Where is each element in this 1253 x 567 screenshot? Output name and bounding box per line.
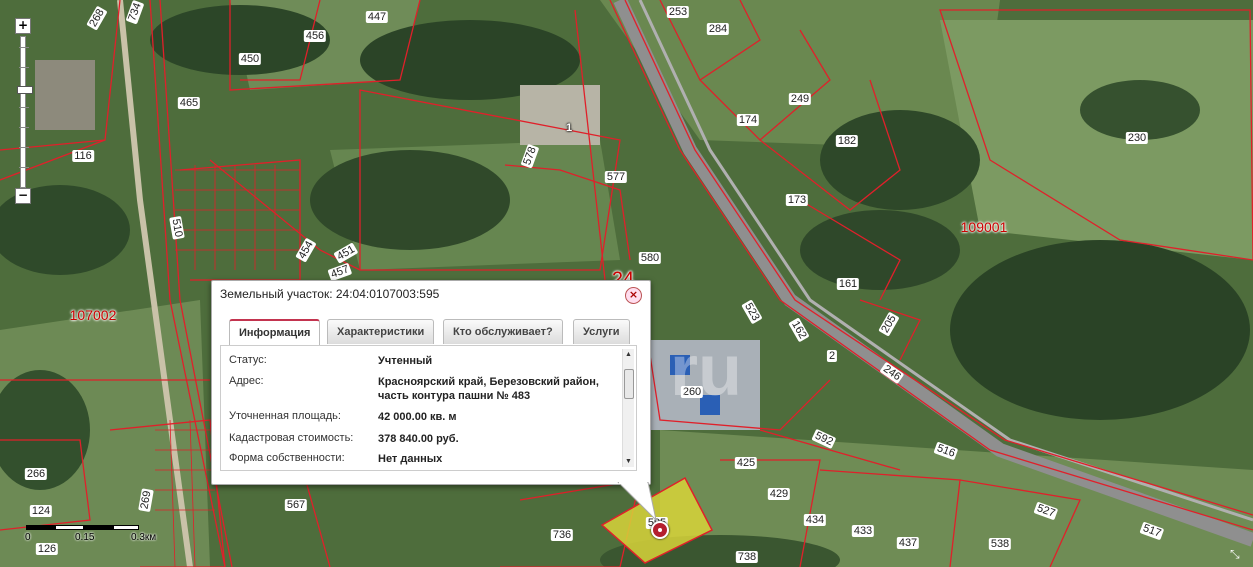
scale-label: 0.15 xyxy=(75,532,95,543)
scroll-down-icon[interactable]: ▼ xyxy=(623,456,634,467)
plot-label[interactable]: 738 xyxy=(735,551,759,563)
row-key: Форма собственности: xyxy=(229,452,345,464)
plot-label[interactable]: 173 xyxy=(785,194,809,206)
parcel-info-popup: Земельный участок: 24:04:0107003:595 × И… xyxy=(211,280,651,485)
tab-who-serves[interactable]: Кто обслуживает? xyxy=(443,319,563,344)
scale-segment xyxy=(113,525,139,530)
scale-bar: 0 0.15 0.3км xyxy=(23,520,163,550)
watermark: ru xyxy=(670,331,742,411)
plot-label[interactable]: 425 xyxy=(734,457,758,469)
quarter-label: 107002 xyxy=(69,307,117,323)
zoom-tick xyxy=(19,67,29,68)
row-key: Адрес: xyxy=(229,375,264,387)
plot-label[interactable]: 736 xyxy=(550,529,574,541)
plot-label[interactable]: 429 xyxy=(767,488,791,500)
row-value: Учтенный xyxy=(378,355,433,367)
plot-label[interactable]: 116 xyxy=(72,150,94,162)
plot-label[interactable]: 1 xyxy=(566,122,572,134)
marker-dot-icon xyxy=(658,528,662,532)
zoom-tick xyxy=(19,167,29,168)
plot-label[interactable]: 437 xyxy=(896,537,920,549)
scale-segment xyxy=(26,525,55,530)
plot-label[interactable]: 538 xyxy=(988,538,1012,550)
plot-label[interactable]: 567 xyxy=(284,499,308,511)
popup-pointer xyxy=(617,482,657,522)
zoom-tick xyxy=(19,47,29,48)
row-value: Красноярский край, Березовский район, ча… xyxy=(378,376,599,402)
scroll-up-icon[interactable]: ▲ xyxy=(623,349,634,360)
popup-title: Земельный участок: 24:04:0107003:595 xyxy=(220,287,440,301)
plot-label[interactable]: 465 xyxy=(177,97,201,109)
zoom-slider-handle[interactable] xyxy=(17,85,33,94)
row-key: Статус: xyxy=(229,354,267,366)
scale-segment xyxy=(55,525,84,530)
info-panel[interactable]: Статус: Учтенный Адрес: Красноярский кра… xyxy=(220,345,637,471)
close-button[interactable]: × xyxy=(625,287,642,304)
zoom-slider-track[interactable] xyxy=(17,36,33,188)
scale-label: 0 xyxy=(25,532,31,543)
plot-label[interactable]: 580 xyxy=(638,252,662,264)
plot-label[interactable]: 577 xyxy=(604,171,628,183)
plot-label[interactable]: 174 xyxy=(736,114,760,126)
quarter-label: 109001 xyxy=(960,219,1008,235)
plot-label[interactable]: 182 xyxy=(835,135,859,147)
plot-label[interactable]: 450 xyxy=(238,53,262,65)
zoom-in-button[interactable]: + xyxy=(15,18,31,34)
row-key: Уточненная площадь: xyxy=(229,410,341,422)
panel-scrollbar[interactable]: ▲ ▼ xyxy=(622,349,634,467)
scale-segment xyxy=(84,525,113,530)
plot-label[interactable]: 434 xyxy=(803,514,827,526)
plot-label[interactable]: 433 xyxy=(851,525,875,537)
plot-label[interactable]: 249 xyxy=(788,93,812,105)
plot-label[interactable]: 456 xyxy=(303,30,327,42)
row-key: Кадастровая стоимость: xyxy=(229,432,354,444)
zoom-tick xyxy=(19,127,29,128)
resize-icon[interactable]: ⤡ xyxy=(1230,547,1248,563)
zoom-out-button[interactable]: − xyxy=(15,188,31,204)
tab-info[interactable]: Информация xyxy=(229,319,321,346)
scroll-thumb[interactable] xyxy=(624,369,634,399)
zoom-tick xyxy=(19,147,29,148)
row-value: 378 840.00 руб. xyxy=(378,433,459,445)
plot-label[interactable]: 266 xyxy=(24,468,48,480)
zoom-tick xyxy=(19,107,29,108)
row-value: Нет данных xyxy=(378,453,443,465)
plot-label[interactable]: 447 xyxy=(365,11,389,23)
plot-label[interactable]: 2 xyxy=(826,350,838,362)
plot-label[interactable]: 253 xyxy=(666,6,690,18)
tab-characteristics[interactable]: Характеристики xyxy=(327,319,435,344)
plot-label[interactable]: 161 xyxy=(836,278,860,290)
plot-label[interactable]: 230 xyxy=(1125,132,1149,144)
scale-label: 0.3км xyxy=(131,532,157,543)
zoom-control[interactable]: + − xyxy=(15,18,33,204)
plot-label[interactable]: 284 xyxy=(706,23,730,35)
tab-services[interactable]: Услуги xyxy=(573,319,630,344)
row-value: 42 000.00 кв. м xyxy=(378,411,457,423)
selected-parcel-marker[interactable] xyxy=(651,521,669,539)
plot-label[interactable]: 124 xyxy=(29,505,53,517)
